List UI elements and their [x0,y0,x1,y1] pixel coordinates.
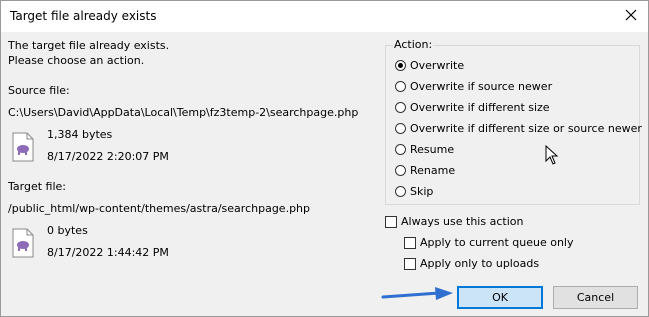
radio-label: Rename [410,164,456,177]
radio-label: Overwrite if source newer [410,80,553,93]
apply-queue-only-checkbox[interactable]: Apply to current queue only [404,236,574,249]
php-file-icon [12,132,34,162]
radio-overwrite-if-different-or-newer[interactable]: Overwrite if different size or source ne… [395,122,642,135]
radio-skip[interactable]: Skip [395,185,433,198]
dialog-title: Target file already exists [10,9,157,23]
cancel-button[interactable]: Cancel [553,286,638,309]
radio-button[interactable] [395,186,406,197]
radio-label: Resume [410,143,455,156]
target-file-size: 0 bytes [47,224,88,237]
radio-label: Overwrite [410,59,465,72]
dialog-window: Target file already exists The target fi… [0,0,649,317]
radio-label: Overwrite if different size [410,101,550,114]
radio-button[interactable] [395,123,406,134]
source-file-label: Source file: [8,84,70,97]
radio-label: Skip [410,185,434,198]
ok-button[interactable]: OK [457,286,543,309]
ok-button-label: OK [492,291,508,304]
radio-button-selected[interactable] [395,60,406,71]
php-file-icon [12,228,34,258]
radio-overwrite[interactable]: Overwrite [395,59,464,72]
checkbox-label: Apply to current queue only [420,236,574,249]
title-bar: Target file already exists [1,1,648,32]
source-file-date: 8/17/2022 2:20:07 PM [47,150,169,163]
annotation-arrow-icon [381,287,453,300]
mouse-cursor-icon [545,145,559,165]
apply-uploads-only-checkbox[interactable]: Apply only to uploads [404,257,539,270]
target-file-label: Target file: [8,180,66,193]
checkbox-label: Always use this action [401,215,524,228]
checkbox-label: Apply only to uploads [420,257,540,270]
radio-button[interactable] [395,165,406,176]
radio-button[interactable] [395,81,406,92]
action-group-label: Action: [393,38,434,51]
checkbox[interactable] [385,215,397,228]
message-line-1: The target file already exists. [8,39,170,52]
radio-label: Overwrite if different size or source ne… [410,122,642,135]
checkbox[interactable] [404,236,416,249]
message-line-2: Please choose an action. [8,54,145,67]
source-file-path: C:\Users\David\AppData\Local\Temp\fz3tem… [8,106,359,119]
target-file-date: 8/17/2022 1:44:42 PM [47,246,169,259]
dialog-body: The target file already exists. Please c… [1,32,648,316]
radio-rename[interactable]: Rename [395,164,455,177]
radio-overwrite-if-different-size[interactable]: Overwrite if different size [395,101,550,114]
cancel-button-label: Cancel [576,291,615,304]
target-file-path: /public_html/wp-content/themes/astra/sea… [8,202,311,215]
radio-resume[interactable]: Resume [395,143,454,156]
always-use-action-checkbox[interactable]: Always use this action [385,215,523,228]
close-button[interactable] [622,6,640,24]
close-icon [625,9,637,21]
source-file-size: 1,384 bytes [47,128,113,141]
radio-button[interactable] [395,102,406,113]
radio-overwrite-if-newer[interactable]: Overwrite if source newer [395,80,552,93]
radio-button[interactable] [395,144,406,155]
checkbox[interactable] [404,257,416,270]
